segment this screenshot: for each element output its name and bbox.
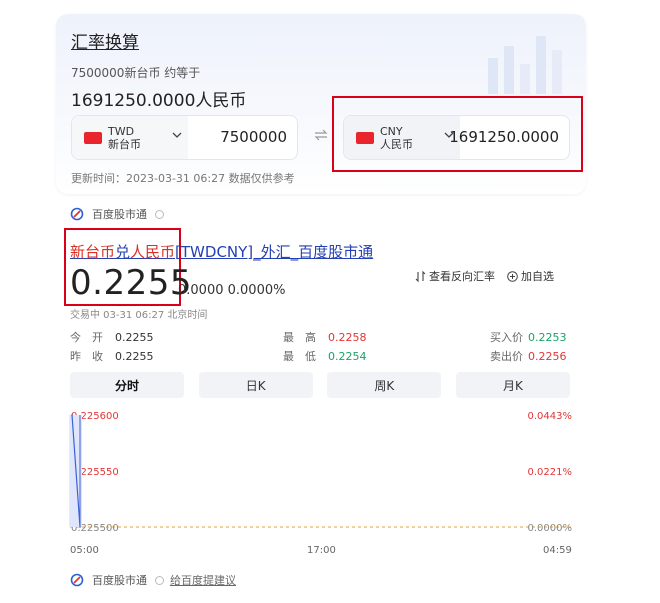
series-point	[71, 414, 73, 416]
quote-actions: 查看反向汇率 加自选	[415, 268, 554, 284]
reverse-rate-label: 查看反向汇率	[429, 270, 495, 283]
footer-source: 百度股市通	[92, 574, 147, 587]
info-icon	[155, 575, 164, 585]
add-watchlist-label: 加自选	[521, 270, 554, 283]
stat-label: 最 高	[283, 331, 316, 344]
tab-monthly-k[interactable]: 月K	[455, 372, 570, 398]
from-currency-code: TWD	[108, 124, 135, 138]
stat-low: 最 低 0.2254	[283, 348, 367, 364]
stat-value: 0.2258	[328, 331, 367, 344]
source-row: 百度股市通	[70, 206, 164, 222]
swap-icon[interactable]	[313, 127, 329, 143]
add-watchlist-button[interactable]: 加自选	[507, 268, 554, 284]
chevron-down-icon	[172, 132, 182, 138]
current-price: 0.2255	[70, 263, 192, 303]
stat-open: 今 开 0.2255	[70, 329, 154, 345]
baidu-stock-logo-icon	[70, 573, 84, 587]
reverse-rate-button[interactable]: 查看反向汇率	[415, 268, 495, 284]
stat-label: 买入价	[490, 331, 523, 344]
update-time: 更新时间：2023-03-31 06:27 数据仅供参考	[71, 172, 295, 185]
from-amount-input[interactable]: 7500000	[220, 128, 287, 146]
baidu-stock-logo-icon	[70, 207, 84, 221]
tab-intraday[interactable]: 分时	[70, 372, 184, 398]
converter-result: 1691250.0000人民币	[71, 91, 247, 111]
x-tick-start: 05:00	[70, 545, 99, 556]
source-name: 百度股市通	[92, 208, 147, 221]
price-change: 0.0000 0.0000%	[178, 283, 286, 298]
stat-bid: 买入价 0.2253	[490, 329, 567, 345]
tab-weekly-k[interactable]: 周K	[327, 372, 442, 398]
stat-ask: 卖出价 0.2256	[490, 348, 567, 364]
x-tick-end: 04:59	[543, 545, 572, 556]
footer: 百度股市通 给百度提建议	[70, 572, 236, 588]
stat-label: 昨 收	[70, 350, 103, 363]
link-highlight-2: 人民币	[130, 243, 176, 261]
trade-time: 交易中 03-31 06:27 北京时间	[70, 310, 208, 321]
stat-label: 卖出价	[490, 350, 523, 363]
stat-value: 0.2253	[528, 331, 567, 344]
y-tick-right: 0.0000%	[528, 523, 573, 534]
link-highlight-1: 新台币	[70, 243, 116, 261]
swap-vertical-icon	[415, 270, 426, 282]
stat-label: 最 低	[283, 350, 316, 363]
chart-decoration-icon	[488, 36, 562, 94]
highlight-frame-converter	[332, 96, 583, 172]
plus-circle-icon	[507, 270, 518, 282]
feedback-link[interactable]: 给百度提建议	[170, 572, 236, 588]
twd-flag-icon	[84, 131, 102, 144]
tab-daily-k[interactable]: 日K	[198, 372, 313, 398]
from-currency-name: 新台币	[108, 137, 141, 151]
stat-high: 最 高 0.2258	[283, 329, 367, 345]
chart-period-tabs: 分时 日K 周K 月K	[70, 372, 570, 398]
stat-value: 0.2255	[115, 350, 154, 363]
info-icon[interactable]	[155, 209, 164, 219]
from-currency-select[interactable]: TWD 新台币	[72, 116, 188, 159]
y-tick-right: 0.0443%	[528, 411, 573, 422]
stat-label: 今 开	[70, 331, 103, 344]
stat-value: 0.2254	[328, 350, 367, 363]
y-tick-right: 0.0221%	[528, 467, 573, 478]
stat-prev-close: 昨 收 0.2255	[70, 348, 154, 364]
stat-value: 0.2255	[115, 331, 154, 344]
from-currency-box: TWD 新台币 7500000	[71, 115, 298, 160]
link-mid: 兑	[115, 243, 131, 261]
quote-page-link[interactable]: 新台币兑人民币[TWDCNY]_外汇_百度股市通	[70, 241, 373, 262]
link-rest: [TWDCNY]_外汇_百度股市通	[175, 243, 374, 261]
stat-value: 0.2256	[528, 350, 567, 363]
x-tick-mid: 17:00	[307, 545, 336, 556]
converter-title[interactable]: 汇率换算	[71, 28, 139, 53]
converter-subtitle: 7500000新台币 约等于	[71, 66, 201, 80]
